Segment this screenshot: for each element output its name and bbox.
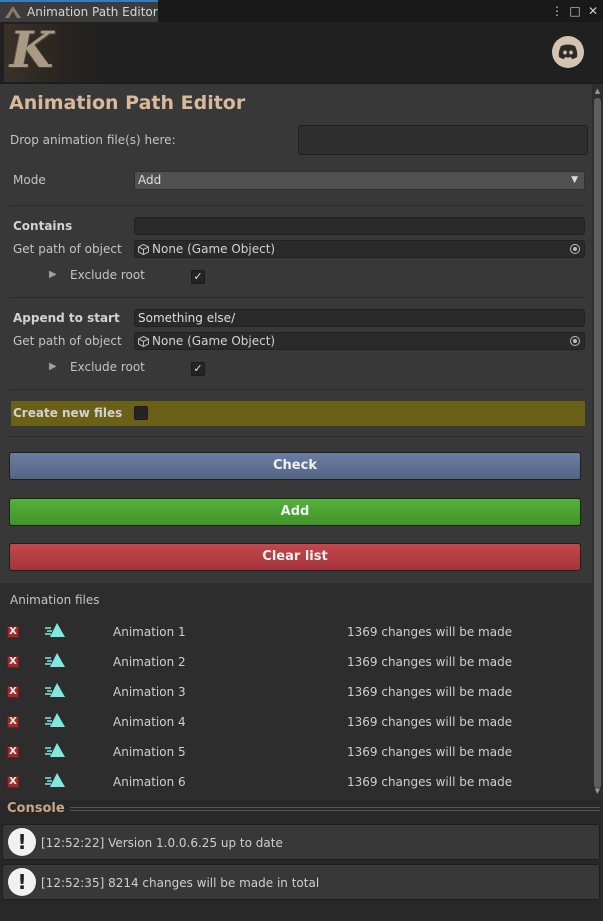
file-changes: 1369 changes will be made	[347, 685, 513, 699]
exclude-root-label: Exclude root	[70, 268, 145, 282]
console-title: Console	[7, 801, 65, 816]
list-item: X Animation 6 1369 changes will be made	[0, 767, 592, 797]
vertical-scrollbar[interactable]: ▲ ▼	[592, 84, 603, 800]
get-path-label: Get path of object	[13, 242, 122, 256]
list-item: X Animation 1 1369 changes will be made	[0, 617, 592, 647]
object-value: None (Game Object)	[152, 334, 276, 348]
header-banner: K	[0, 22, 603, 84]
divider	[9, 436, 585, 437]
list-item: X Animation 3 1369 changes will be made	[0, 677, 592, 707]
logo-letter: K	[10, 24, 54, 79]
dropdown-arrow-icon: ▼	[571, 175, 578, 185]
remove-file-button[interactable]: X	[7, 776, 19, 788]
tab-title: Animation Path Editor	[27, 5, 158, 19]
check-button[interactable]: Check	[9, 452, 581, 480]
console-message[interactable]: ! [12:52:22] Version 1.0.0.6.25 up to da…	[2, 824, 600, 860]
remove-file-button[interactable]: X	[7, 656, 19, 668]
check-icon: ✓	[193, 270, 203, 283]
console-message[interactable]: ! [12:52:35] 8214 changes will be made i…	[2, 864, 600, 900]
file-changes: 1369 changes will be made	[347, 655, 513, 669]
exclude-root-label: Exclude root	[70, 360, 145, 374]
drop-label: Drop animation file(s) here:	[10, 133, 176, 147]
animation-clip-icon	[45, 743, 65, 757]
list-item: X Animation 2 1369 changes will be made	[0, 647, 592, 677]
file-changes: 1369 changes will be made	[347, 625, 513, 639]
clear-list-button[interactable]: Clear list	[9, 543, 581, 571]
contains-input[interactable]	[134, 217, 585, 235]
info-icon: !	[8, 868, 36, 896]
close-icon[interactable]: ✕	[587, 2, 599, 20]
foldout-arrow-icon[interactable]: ▶	[49, 269, 57, 280]
window-actions: ⋮ □ ✕	[551, 2, 599, 20]
mode-label: Mode	[13, 173, 46, 187]
exclude-root-checkbox[interactable]: ✓	[191, 362, 205, 376]
file-name: Animation 2	[113, 655, 186, 669]
append-input[interactable]: Something else/	[134, 309, 585, 327]
logo: K	[4, 24, 104, 82]
create-new-files-checkbox[interactable]	[134, 406, 148, 420]
file-changes: 1369 changes will be made	[347, 775, 513, 789]
divider	[9, 297, 585, 298]
object-field[interactable]: None (Game Object)	[134, 240, 585, 258]
console-header: Console	[0, 800, 603, 820]
tool-icon	[4, 5, 22, 19]
animation-clip-icon	[45, 623, 65, 637]
object-picker-icon[interactable]	[570, 336, 580, 346]
mode-value: Add	[138, 173, 162, 187]
file-name: Animation 1	[113, 625, 186, 639]
foldout-arrow-icon[interactable]: ▶	[49, 361, 57, 372]
file-changes: 1369 changes will be made	[347, 715, 513, 729]
info-icon: !	[8, 828, 36, 856]
remove-file-button[interactable]: X	[7, 746, 19, 758]
remove-file-button[interactable]: X	[7, 716, 19, 728]
divider	[9, 389, 585, 390]
animation-files-label: Animation files	[10, 593, 100, 607]
drop-zone[interactable]	[298, 125, 588, 155]
add-button[interactable]: Add	[9, 498, 581, 526]
scroll-down-icon[interactable]: ▼	[594, 787, 601, 795]
console-message-text: [12:52:22] Version 1.0.0.6.25 up to date	[41, 836, 283, 850]
page-title: Animation Path Editor	[9, 92, 246, 114]
file-name: Animation 6	[113, 775, 186, 789]
discord-icon[interactable]	[552, 36, 584, 68]
mode-dropdown[interactable]: Add ▼	[134, 171, 585, 190]
file-changes: 1369 changes will be made	[347, 745, 513, 759]
object-value: None (Game Object)	[152, 242, 276, 256]
game-object-icon	[138, 335, 149, 347]
animation-clip-icon	[45, 653, 65, 667]
list-item: X Animation 5 1369 changes will be made	[0, 737, 592, 767]
console-message-text: [12:52:35] 8214 changes will be made in …	[41, 876, 320, 890]
maximize-icon[interactable]: □	[569, 2, 581, 20]
scroll-up-icon[interactable]: ▲	[594, 87, 601, 95]
create-new-files-label: Create new files	[13, 406, 123, 420]
animation-clip-icon	[45, 773, 65, 787]
more-menu-icon[interactable]: ⋮	[551, 2, 563, 20]
tab-bar: Animation Path Editor ⋮ □ ✕	[0, 0, 603, 22]
exclude-root-checkbox[interactable]: ✓	[191, 270, 205, 284]
file-name: Animation 3	[113, 685, 186, 699]
divider	[9, 205, 585, 206]
object-field[interactable]: None (Game Object)	[134, 332, 585, 350]
file-name: Animation 4	[113, 715, 186, 729]
animation-clip-icon	[45, 683, 65, 697]
animation-clip-icon	[45, 713, 65, 727]
file-name: Animation 5	[113, 745, 186, 759]
game-object-icon	[138, 243, 149, 255]
contains-label: Contains	[13, 219, 73, 233]
check-icon: ✓	[193, 362, 203, 375]
remove-file-button[interactable]: X	[7, 626, 19, 638]
scrollbar-thumb[interactable]	[594, 98, 601, 788]
console-divider	[70, 807, 600, 811]
get-path-label: Get path of object	[13, 334, 122, 348]
remove-file-button[interactable]: X	[7, 686, 19, 698]
list-item: X Animation 4 1369 changes will be made	[0, 707, 592, 737]
tab-animation-path-editor[interactable]: Animation Path Editor	[0, 0, 158, 22]
object-picker-icon[interactable]	[570, 244, 580, 254]
editor-panel: Animation Path Editor Drop animation fil…	[0, 84, 592, 800]
append-label: Append to start	[13, 311, 120, 325]
